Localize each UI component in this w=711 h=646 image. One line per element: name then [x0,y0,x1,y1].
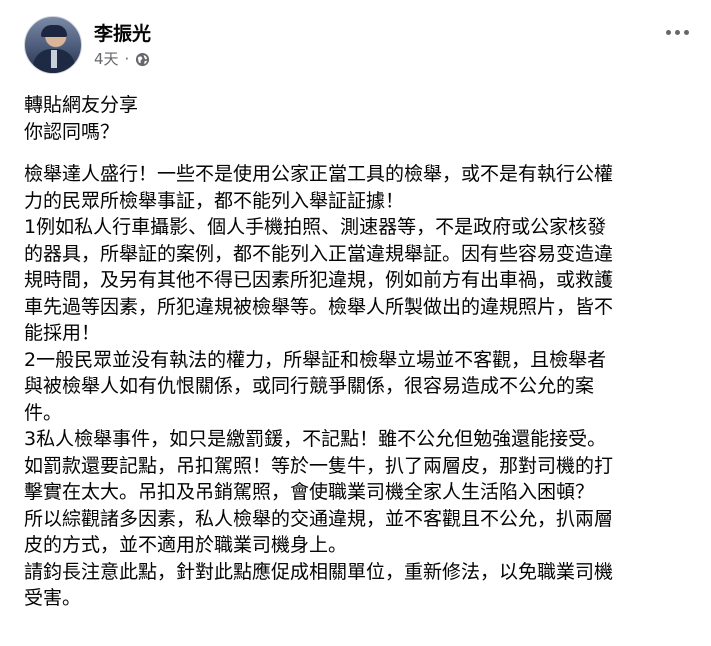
post-intro: 轉貼網友分享 你認同嗎？ [24,92,695,145]
more-options-icon[interactable] [666,30,689,35]
body-line: 2一般民眾並没有執法的權力，所舉証和檢舉立場並不客觀，且檢舉者 [24,348,607,371]
body-line: 1例如私人行車攝影、個人手機拍照、測速器等，不是政府或公家核發 [24,216,607,238]
body-line: 所以綜觀諸多因素，私人檢舉的交通違規，並不客觀且不公允，扒兩層 [24,507,614,530]
author-avatar[interactable] [24,16,82,74]
body-line: 的器具，所舉証的案例，都不能列入正當違規舉証。因有些容易变造違 [24,242,614,265]
separator-dot: · [124,50,130,68]
post-body: 檢舉達人盛行！一些不是使用公家正當工具的檢舉，或不是有執行公權 力的民眾所檢舉事… [24,161,695,612]
body-line: 件。 [24,401,63,424]
intro-line: 轉貼網友分享 [24,94,139,116]
body-line: 與被檢舉人如有仇恨關係，或同行競爭關係，很容易造成不公允的案 [24,375,595,397]
post-subline: 4天 · [94,50,151,68]
body-line: 3私人檢舉事件，如只是繳罰鍰，不記點！雖不公允但勉強還能接受。 [24,428,607,450]
avatar-cap [41,25,67,37]
facebook-post: 李振光 4天 · 轉貼網友分享 你認同嗎？ 檢舉達人盛行！一些不是使用公家正當工… [0,0,711,646]
post-meta: 李振光 4天 · [94,22,151,68]
post-content: 轉貼網友分享 你認同嗎？ 檢舉達人盛行！一些不是使用公家正當工具的檢舉，或不是有… [24,92,695,612]
body-line: 能採用！ [24,322,101,344]
avatar-tie [51,50,57,68]
post-header: 李振光 4天 · [24,14,695,76]
body-line: 規時間，及另有其他不得已因素所犯違規，例如前方有出車禍，或救護 [24,269,614,291]
post-time[interactable]: 4天 [94,50,119,68]
body-line: 受害。 [24,587,82,609]
body-line: 檢舉達人盛行！一些不是使用公家正當工具的檢舉，或不是有執行公權 [24,163,614,185]
more-dot [666,30,671,35]
more-dot [684,30,689,35]
body-line: 擊實在太大。吊扣及吊銷駕照，會使職業司機全家人生活陷入困頓？ [24,481,595,503]
globe-icon[interactable] [135,52,150,67]
intro-line: 你認同嗎？ [24,120,120,143]
more-dot [675,30,680,35]
body-line: 如罰款還要記點，吊扣駕照！等於一隻牛，扒了兩層皮，那對司機的打 [24,454,614,477]
body-line: 力的民眾所檢舉事証，都不能列入舉証証據！ [24,189,405,212]
body-line: 皮的方式，並不適用於職業司機身上。 [24,534,348,556]
author-name[interactable]: 李振光 [94,22,151,46]
body-line: 車先過等因素，所犯違規被檢舉等。檢舉人所製做出的違規照片，皆不 [24,295,614,318]
body-line: 請鈞長注意此點，針對此點應促成相關單位，重新修法，以免職業司機 [24,560,614,583]
